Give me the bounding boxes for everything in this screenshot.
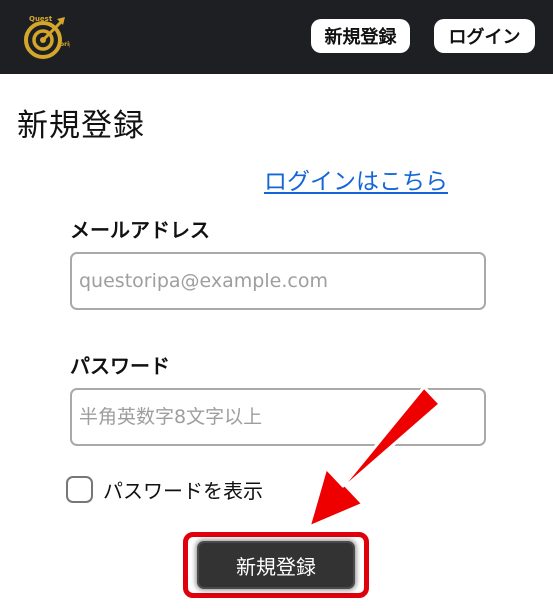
show-password-toggle[interactable]: パスワードを表示	[66, 473, 263, 505]
logo-icon[interactable]: Quest oripa	[20, 12, 70, 62]
header-signup-button[interactable]: 新規登録	[311, 19, 410, 53]
show-password-label: パスワードを表示	[103, 478, 263, 503]
top-header: Quest oripa 新規登録 ログイン	[0, 0, 553, 74]
svg-text:Quest: Quest	[29, 15, 53, 23]
password-label: パスワード	[70, 354, 170, 378]
page-title: 新規登録	[17, 108, 145, 144]
header-login-button[interactable]: ログイン	[434, 19, 535, 53]
login-link[interactable]: ログインはこちら	[264, 162, 448, 196]
password-field[interactable]	[70, 388, 486, 446]
signup-submit-button[interactable]: 新規登録	[197, 541, 355, 589]
email-field[interactable]	[70, 252, 486, 310]
email-label: メールアドレス	[70, 218, 210, 242]
svg-text:oripa: oripa	[60, 41, 70, 48]
show-password-checkbox[interactable]	[66, 475, 93, 503]
